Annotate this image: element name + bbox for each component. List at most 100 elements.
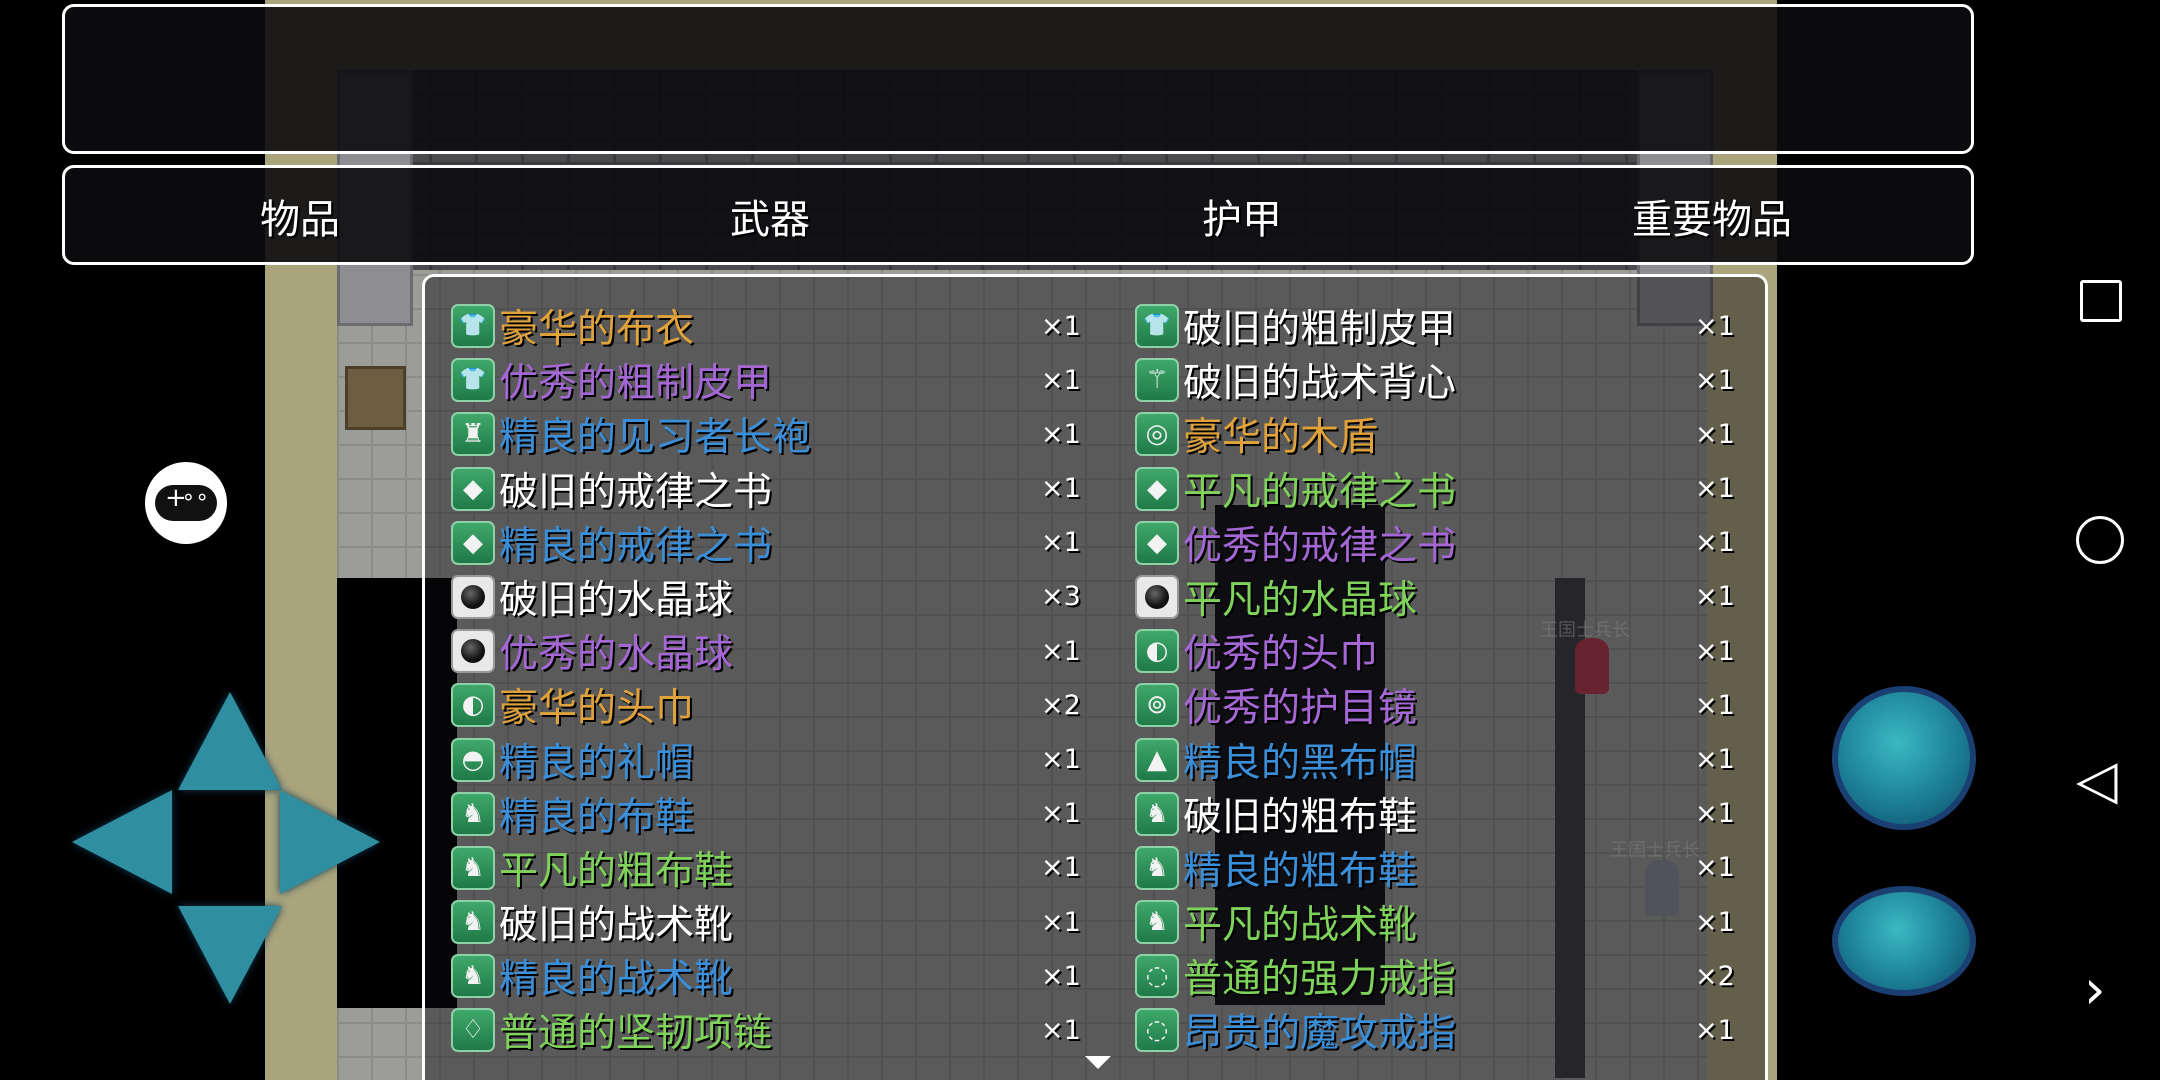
book-icon: ◆ [1135, 520, 1179, 565]
shield-icon: ◎ [1135, 412, 1179, 457]
inventory-item[interactable]: ♞ 精良的布鞋 ×1 [451, 787, 1135, 841]
item-name: 平凡的粗布鞋 [499, 848, 734, 894]
orb-icon [1135, 574, 1179, 619]
boot-icon: ♞ [1135, 845, 1179, 890]
inventory-item[interactable]: ◌ 昂贵的魔攻戒指 ×1 [1135, 1003, 1741, 1057]
item-name: 平凡的战术靴 [1183, 903, 1418, 949]
inventory-item[interactable]: ♞ 精良的粗布鞋 ×1 [1135, 841, 1741, 895]
tab-label: 物品 [260, 197, 340, 243]
tab-weapons[interactable]: 武器 [543, 190, 997, 243]
item-name: 昂贵的魔攻戒指 [1183, 1011, 1457, 1057]
dpad-up-button[interactable] [178, 692, 282, 790]
inventory-item[interactable]: ◓ 精良的礼帽 ×1 [451, 733, 1135, 787]
inventory-item[interactable]: 👕 豪华的布衣 ×1 [451, 299, 1135, 353]
inventory-item[interactable]: ◆ 精良的戒律之书 ×1 [451, 516, 1135, 570]
inventory-item[interactable]: ⊚ 优秀的护目镜 ×1 [1135, 678, 1741, 732]
tab-key-items[interactable]: 重要物品 [1485, 190, 1939, 243]
inventory-item[interactable]: ◐ 优秀的头巾 ×1 [1135, 624, 1741, 678]
item-name: 破旧的水晶球 [499, 577, 734, 623]
tab-label: 武器 [730, 197, 810, 243]
robe-icon: ♜ [451, 412, 495, 457]
item-name: 精良的粗布鞋 [1183, 848, 1418, 894]
item-name: 破旧的粗制皮甲 [1183, 307, 1457, 352]
item-quantity: ×1 [1695, 1014, 1735, 1046]
item-quantity: ×1 [1695, 744, 1735, 775]
chevron-right-icon[interactable]: › [2084, 963, 2132, 1017]
boot-icon: ♞ [451, 900, 495, 945]
inventory-item[interactable]: ◆ 破旧的戒律之书 ×1 [451, 462, 1135, 516]
item-quantity: ×1 [1041, 798, 1081, 830]
inventory-item[interactable]: 👕 破旧的粗制皮甲 ×1 [1135, 299, 1741, 353]
item-quantity: ×1 [1695, 473, 1735, 505]
item-name: 破旧的战术背心 [1183, 361, 1457, 407]
ring-icon: ◌ [1135, 954, 1179, 999]
inventory-item[interactable]: ◎ 豪华的木盾 ×1 [1135, 407, 1741, 461]
help-window [62, 4, 1974, 154]
item-name: 豪华的头巾 [499, 686, 695, 732]
inventory-item[interactable]: 破旧的水晶球 ×3 [451, 570, 1135, 624]
item-name: 优秀的水晶球 [499, 632, 734, 678]
inventory-item[interactable]: 平凡的水晶球 ×1 [1135, 570, 1741, 624]
inventory-item[interactable]: ♢ 普通的坚韧项链 ×1 [451, 1003, 1135, 1057]
book-icon: ◆ [1135, 466, 1179, 511]
item-quantity: ×1 [1041, 960, 1081, 992]
inventory-item[interactable]: ◆ 平凡的戒律之书 ×1 [1135, 462, 1741, 516]
item-quantity: ×1 [1695, 852, 1735, 884]
item-name: 豪华的布衣 [499, 307, 695, 352]
dpad-right-button[interactable] [280, 790, 380, 894]
inventory-item[interactable]: ♞ 破旧的战术靴 ×1 [451, 895, 1135, 949]
scroll-down-indicator[interactable] [1085, 1056, 1111, 1069]
tab-label: 重要物品 [1632, 197, 1792, 243]
orb-icon [451, 629, 495, 674]
item-name: 平凡的水晶球 [1183, 577, 1418, 623]
inventory-item[interactable]: ▲ 精良的黑布帽 ×1 [1135, 733, 1741, 787]
boot-icon: ♞ [451, 845, 495, 890]
item-quantity: ×1 [1041, 1014, 1081, 1046]
item-name: 优秀的头巾 [1183, 632, 1379, 678]
item-quantity: ×1 [1041, 473, 1081, 505]
item-name: 优秀的护目镜 [1183, 686, 1418, 732]
item-list-window: 👕 豪华的布衣 ×1 👕 破旧的粗制皮甲 ×1 👕 优秀的粗制皮甲 ×1 ⚚ 破旧的战术背心 ×1 ♜ 精… [422, 274, 1768, 1080]
item-name: 精良的礼帽 [499, 740, 695, 786]
back-icon[interactable]: ◁ [2076, 753, 2124, 807]
inventory-item[interactable]: 👕 优秀的粗制皮甲 ×1 [451, 353, 1135, 407]
goggles-icon: ⊚ [1135, 683, 1179, 728]
inventory-item[interactable]: ◌ 普通的强力戒指 ×2 [1135, 949, 1741, 1003]
item-quantity: ×1 [1041, 906, 1081, 938]
inventory-item[interactable]: 优秀的水晶球 ×1 [451, 624, 1135, 678]
item-name: 破旧的戒律之书 [499, 469, 773, 515]
dpad-down-button[interactable] [178, 906, 282, 1004]
ring-icon: ◌ [1135, 1008, 1179, 1053]
item-name: 普通的强力戒指 [1183, 957, 1457, 1003]
item-quantity: ×1 [1041, 852, 1081, 884]
recent-apps-icon[interactable] [2076, 276, 2124, 324]
gamepad-icon[interactable] [145, 462, 227, 544]
shirt-icon: 👕 [451, 304, 495, 348]
tab-items[interactable]: 物品 [73, 190, 527, 243]
item-name: 精良的战术靴 [499, 957, 734, 1003]
cancel-button[interactable] [1832, 886, 1976, 996]
item-name: 普通的坚韧项链 [499, 1011, 773, 1057]
book-icon: ◆ [451, 520, 495, 565]
inventory-item[interactable]: ♞ 精良的战术靴 ×1 [451, 949, 1135, 1003]
dpad-left-button[interactable] [72, 790, 172, 894]
boot-icon: ♞ [1135, 900, 1179, 945]
inventory-item[interactable]: ♞ 破旧的粗布鞋 ×1 [1135, 787, 1741, 841]
item-name: 豪华的木盾 [1183, 415, 1379, 461]
shirt-icon: 👕 [451, 358, 495, 403]
inventory-item[interactable]: ♜ 精良的见习者长袍 ×1 [451, 407, 1135, 461]
item-quantity: ×1 [1041, 527, 1081, 559]
inventory-item[interactable]: ♞ 平凡的粗布鞋 ×1 [451, 841, 1135, 895]
inventory-item[interactable]: ◐ 豪华的头巾 ×2 [451, 678, 1135, 732]
home-icon[interactable] [2076, 516, 2124, 564]
headband-icon: ◐ [451, 683, 495, 728]
inventory-item[interactable]: ♞ 平凡的战术靴 ×1 [1135, 895, 1741, 949]
boot-icon: ♞ [451, 791, 495, 836]
item-quantity: ×3 [1041, 581, 1081, 613]
inventory-item[interactable]: ⚚ 破旧的战术背心 ×1 [1135, 353, 1741, 407]
tab-armor[interactable]: 护甲 [1015, 190, 1469, 243]
item-name: 优秀的粗制皮甲 [499, 361, 773, 407]
item-quantity: ×1 [1041, 418, 1081, 450]
inventory-item[interactable]: ◆ 优秀的戒律之书 ×1 [1135, 516, 1741, 570]
confirm-button[interactable] [1832, 686, 1976, 830]
